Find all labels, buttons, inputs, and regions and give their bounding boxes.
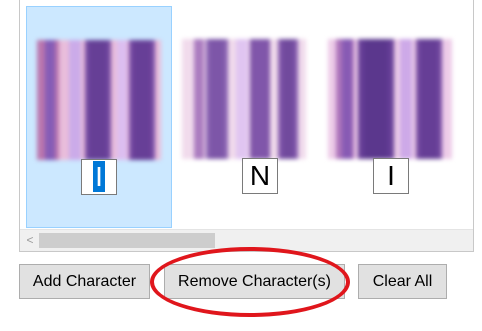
scrollbar-thumb[interactable] [39, 233, 215, 248]
character-value-3: I [387, 160, 395, 191]
glyph-image-2 [182, 39, 306, 159]
glyph-image-3 [328, 39, 452, 159]
character-value-2: N [249, 160, 271, 191]
glyph-image-1 [37, 40, 161, 160]
character-list-panel: I N I < [19, 0, 474, 252]
character-input-2[interactable]: N [242, 158, 278, 194]
character-value-1: I [93, 161, 105, 192]
remove-characters-button[interactable]: Remove Character(s) [164, 264, 345, 299]
character-input-1[interactable]: I [81, 159, 117, 195]
character-tile-2[interactable]: N [172, 6, 318, 228]
character-tile-3[interactable]: I [318, 6, 464, 228]
scroll-left-arrow-icon[interactable]: < [23, 232, 37, 248]
clear-all-button[interactable]: Clear All [358, 264, 447, 299]
character-tile-1[interactable]: I [26, 6, 172, 228]
horizontal-scrollbar[interactable]: < [20, 229, 473, 251]
character-input-3[interactable]: I [373, 158, 409, 194]
add-character-button[interactable]: Add Character [19, 264, 150, 299]
